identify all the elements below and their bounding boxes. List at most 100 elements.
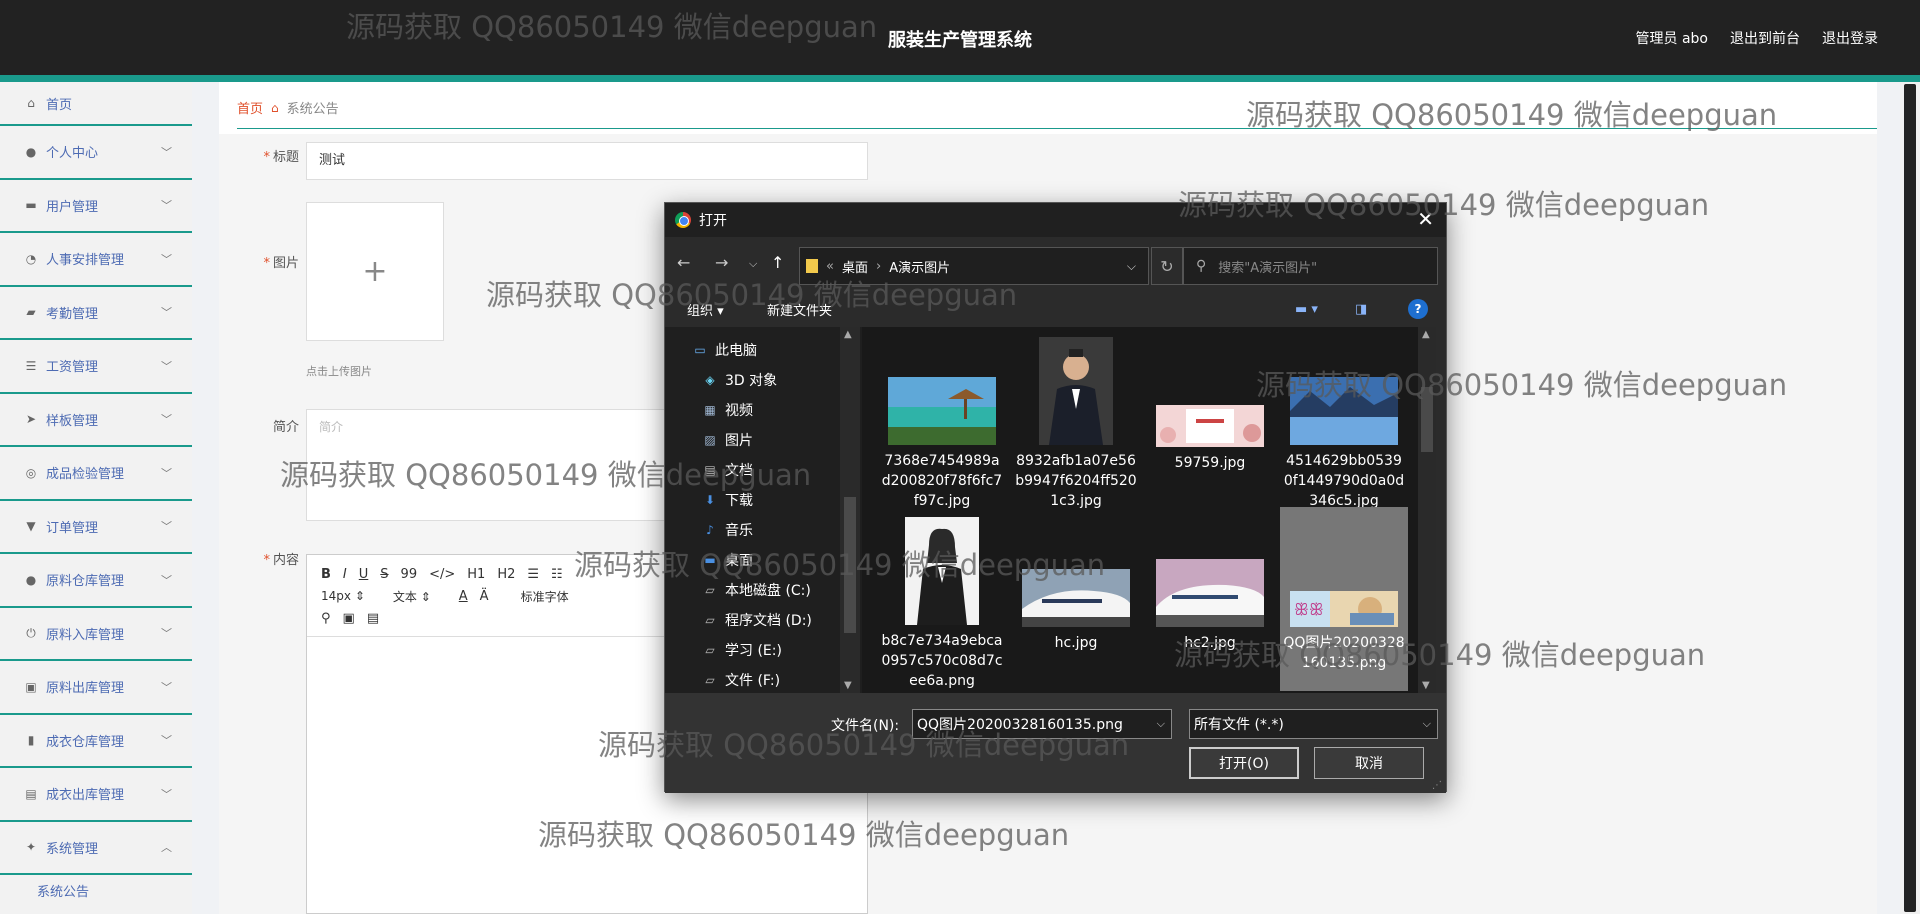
sidebar-item[interactable]: ➤ 样板管理 ﹀ [0, 394, 192, 447]
stamp-icon: ▼ [26, 519, 36, 534]
logout-link[interactable]: 退出登录 [1822, 28, 1878, 48]
ordered-list-icon[interactable]: ☰ [527, 567, 539, 582]
background-color-icon[interactable]: Ä [480, 589, 489, 604]
sidebar-item[interactable]: ▣ 原料出库管理 ﹀ [0, 661, 192, 715]
sidebar-item-label: 原料仓库管理 [46, 574, 125, 590]
files-scrollbar-thumb[interactable] [1421, 387, 1433, 452]
h2-button[interactable]: H2 [497, 567, 515, 582]
strike-button[interactable]: S [380, 567, 388, 582]
tree-item[interactable]: ▱ 程序文档 (D:) [665, 605, 862, 635]
file-item[interactable]: 7368e7454989ad200820f78f6fc7f97c.jpg [878, 327, 1006, 511]
recent-dropdown-icon[interactable]: ⌵ [749, 257, 757, 271]
sidebar-item[interactable]: ● 原料仓库管理 ﹀ [0, 554, 192, 608]
address-bar[interactable]: « 桌面 › A演示图片 ⌵ [799, 247, 1149, 285]
italic-button[interactable]: I [343, 567, 347, 582]
close-icon[interactable]: ✕ [1417, 207, 1434, 231]
preview-pane-icon[interactable]: ◨ [1355, 302, 1367, 317]
tree-item[interactable]: ◈ 3D 对象 [665, 365, 862, 395]
sidebar-item[interactable]: ⌂ 首页 [0, 82, 192, 126]
scroll-down-icon[interactable]: ▼ [844, 680, 852, 691]
quote-button[interactable]: 99 [401, 567, 418, 582]
tree-item[interactable]: ▬ 桌面 [665, 545, 862, 575]
page-scrollbar[interactable] [1900, 82, 1920, 914]
image-upload-box[interactable]: + [306, 202, 444, 341]
sidebar-item-label: 成品检验管理 [46, 467, 125, 483]
tree-item[interactable]: ▦ 视频 [665, 395, 862, 425]
up-arrow-icon[interactable]: ↑ [771, 253, 784, 272]
link-icon[interactable]: ⚲ [321, 611, 331, 626]
search-input[interactable]: ⚲ 搜索"A演示图片" [1183, 247, 1438, 285]
file-thumbnail [1156, 335, 1264, 447]
title-input[interactable]: 测试 [306, 142, 868, 180]
help-icon[interactable]: ? [1408, 299, 1428, 319]
open-button[interactable]: 打开(O) [1189, 747, 1299, 779]
sidebar-item[interactable]: ▰ 考勤管理 ﹀ [0, 287, 192, 340]
video-icon[interactable]: ▤ [367, 611, 379, 626]
sidebar-subitem-announcement[interactable]: 系统公告 [0, 875, 192, 905]
scroll-down-icon[interactable]: ▼ [1422, 680, 1430, 691]
sidebar-item[interactable]: ● 个人中心 ﹀ [0, 126, 192, 180]
back-arrow-icon[interactable]: ← [677, 253, 690, 272]
font-color-icon[interactable]: A [459, 589, 468, 604]
tree-item[interactable]: ♪ 音乐 [665, 515, 862, 545]
sidebar-item[interactable]: ◔ 人事安排管理 ﹀ [0, 233, 192, 287]
sidebar-item[interactable]: ⏻ 原料入库管理 ﹀ [0, 608, 192, 661]
bold-button[interactable]: B [321, 567, 331, 582]
file-item[interactable]: 59759.jpg [1146, 327, 1274, 511]
file-item[interactable]: 8932afb1a07e56b9947f6204ff5201c3.jpg [1012, 327, 1140, 511]
sidebar-item[interactable]: ▬ 用户管理 ﹀ [0, 180, 192, 233]
tree-item[interactable]: ⬇ 下载 [665, 485, 862, 515]
files-scrollbar[interactable]: ▲ ▼ [1418, 327, 1436, 693]
chevron-down-icon[interactable]: ⌵ [1423, 717, 1431, 731]
refresh-icon[interactable]: ↻ [1151, 247, 1183, 285]
sidebar-item[interactable]: ✦ 系统管理 ︿ [0, 822, 192, 875]
scroll-up-icon[interactable]: ▲ [1422, 329, 1430, 340]
filename-input[interactable]: QQ图片20200328160135.png ⌵ [912, 709, 1172, 739]
view-options-icon[interactable]: ▬ ▾ [1295, 302, 1318, 317]
scroll-up-icon[interactable]: ▲ [844, 329, 852, 340]
filetype-select[interactable]: 所有文件 (*.*) ⌵ [1189, 709, 1438, 739]
download-icon: ⬇ [704, 493, 716, 507]
back-to-frontend-link[interactable]: 退出到前台 [1730, 28, 1800, 48]
page-scrollbar-thumb[interactable] [1904, 84, 1916, 912]
sidebar-item[interactable]: ▤ 成衣出库管理 ﹀ [0, 768, 192, 822]
tree-item[interactable]: ▭ 此电脑 [665, 335, 862, 365]
tree-scrollbar[interactable]: ▲ ▼ [840, 327, 860, 693]
tree-item[interactable]: ▨ 图片 [665, 425, 862, 455]
file-item[interactable]: 4514629bb05390f1449790d0a0d346c5.jpg [1280, 327, 1408, 511]
tree-scrollbar-thumb[interactable] [844, 497, 856, 633]
image-icon[interactable]: ▣ [343, 611, 355, 626]
file-item[interactable]: b8c7e734a9ebca0957c570c08d7cee6a.png [878, 507, 1006, 691]
forward-arrow-icon[interactable]: → [715, 253, 728, 272]
font-size-select[interactable]: 14px ⇕ [321, 589, 365, 603]
tree-item[interactable]: ▱ 学习 (E:) [665, 635, 862, 665]
sidebar-item[interactable]: ☰ 工资管理 ﹀ [0, 340, 192, 394]
organize-menu[interactable]: 组织 ▾ [687, 300, 724, 319]
bullet-list-icon[interactable]: ☷ [551, 567, 563, 582]
file-item[interactable]: hc.jpg [1012, 507, 1140, 691]
chevron-down-icon[interactable]: ⌵ [1127, 259, 1136, 274]
tree-item[interactable]: ▱ 本地磁盘 (C:) [665, 575, 862, 605]
sidebar-item[interactable]: ▼ 订单管理 ﹀ [0, 501, 192, 554]
font-family-select[interactable]: 标准字体 [521, 588, 569, 605]
header-select[interactable]: 文本 ⇕ [393, 588, 431, 605]
tree-item[interactable]: ▱ 文件 (F:) [665, 665, 862, 693]
breadcrumb-home[interactable]: 首页 [237, 98, 263, 117]
tree-item[interactable]: ▤ 文档 [665, 455, 862, 485]
app-title: 服装生产管理系统 [888, 30, 1032, 51]
chevron-down-icon[interactable]: ⌵ [1157, 717, 1165, 731]
svg-text:ꕥꕥ: ꕥꕥ [1294, 600, 1324, 619]
cancel-button[interactable]: 取消 [1314, 747, 1424, 779]
h1-button[interactable]: H1 [467, 567, 485, 582]
sidebar-item[interactable]: ◎ 成品检验管理 ﹀ [0, 447, 192, 501]
admin-user-link[interactable]: 管理员 abo [1636, 28, 1708, 48]
underline-button[interactable]: U [359, 567, 369, 582]
new-folder-button[interactable]: 新建文件夹 [767, 300, 832, 319]
file-item[interactable]: hc2.jpg [1146, 507, 1274, 691]
resize-grip-icon[interactable]: ⋰ [1432, 780, 1442, 791]
file-item[interactable]: ꕥꕥ QQ图片20200328160135.png [1280, 507, 1408, 691]
path-segment-desktop[interactable]: 桌面 [842, 257, 868, 276]
code-button[interactable]: </> [429, 567, 455, 582]
sidebar-item[interactable]: ▮ 成衣仓库管理 ﹀ [0, 715, 192, 768]
path-segment-folder[interactable]: A演示图片 [889, 257, 950, 276]
